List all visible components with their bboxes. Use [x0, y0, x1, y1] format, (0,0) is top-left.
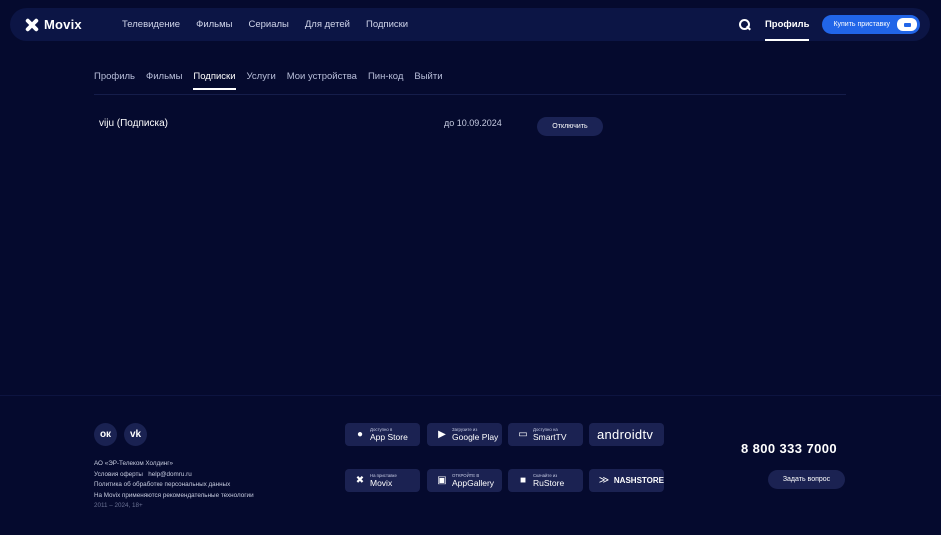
rustore-icon: ■ [519, 475, 527, 486]
nav-item-films[interactable]: Фильмы [196, 19, 232, 30]
tab-pin-code[interactable]: Пин-код [368, 71, 403, 90]
nav-item-subscriptions[interactable]: Подписки [366, 19, 408, 30]
tab-logout[interactable]: Выйти [414, 71, 442, 90]
smarttv-badge[interactable]: ▭ Доступно на SmartTV [508, 423, 583, 446]
disable-subscription-button[interactable]: Отключить [537, 117, 603, 136]
copyright: 2011 – 2024, 18+ [94, 502, 143, 509]
support-phone[interactable]: 8 800 333 7000 [741, 441, 837, 456]
subscription-name: viju (Подписка) [99, 118, 168, 129]
movix-logo-icon [25, 18, 39, 32]
movix-icon: ✖ [355, 475, 365, 486]
google-play-badge[interactable]: ▶ Загрузите из Google Play [427, 423, 502, 446]
tab-profile[interactable]: Профиль [94, 71, 135, 90]
odnoklassniki-icon[interactable]: ок [94, 423, 117, 446]
rustore-badge[interactable]: ■ Скачайте из RuStore [508, 469, 583, 492]
nashstore-badge[interactable]: ≫ NASHSTORE [589, 469, 664, 492]
tab-my-devices[interactable]: Мои устройства [287, 71, 357, 90]
support-email-link[interactable]: help@domru.ru [148, 471, 192, 478]
recommendation-notice: На Movix применяются рекомендательные те… [94, 491, 254, 499]
buy-button-label: Купить приставку [833, 21, 890, 28]
appgallery-badge[interactable]: ▣ ОТКРОЙТЕ В AppGallery [427, 469, 502, 492]
subscription-expiry: до 10.09.2024 [444, 118, 502, 128]
top-navigation-bar: Movix Телевидение Фильмы Сериалы Для дет… [10, 8, 930, 41]
subscription-row: viju (Подписка) до 10.09.2024 Отключить [99, 117, 609, 137]
android-tv-badge[interactable]: androidtv [589, 423, 664, 446]
set-top-box-icon [897, 18, 917, 31]
vk-icon[interactable]: vk [124, 423, 147, 446]
app-store-badge[interactable]: ● Доступно в App Store [345, 423, 420, 446]
privacy-policy-link[interactable]: Политика об обработке персональных данны… [94, 480, 254, 491]
nav-item-kids[interactable]: Для детей [305, 19, 350, 30]
tab-subscriptions[interactable]: Подписки [193, 71, 236, 90]
logo-text: Movix [44, 17, 82, 32]
profile-tabs: Профиль Фильмы Подписки Услуги Мои устро… [94, 71, 443, 90]
movix-box-badge[interactable]: ✖ На приставке Movix [345, 469, 420, 492]
nav-item-tv[interactable]: Телевидение [122, 19, 180, 30]
nav-item-series[interactable]: Сериалы [248, 19, 288, 30]
nashstore-icon: ≫ [598, 475, 610, 486]
footer-divider [0, 395, 941, 396]
profile-link[interactable]: Профиль [764, 8, 810, 41]
main-nav: Телевидение Фильмы Сериалы Для детей Под… [122, 19, 408, 30]
legal-info: АО «ЭР-Телеком Холдинг» Условия оферты h… [94, 459, 254, 512]
android-tv-icon: androidtv [597, 427, 654, 442]
google-play-icon: ▶ [438, 429, 446, 440]
buy-set-top-box-button[interactable]: Купить приставку [822, 15, 920, 34]
appgallery-icon: ▣ [437, 475, 447, 486]
tab-services[interactable]: Услуги [247, 71, 276, 90]
tab-films[interactable]: Фильмы [146, 71, 182, 90]
ask-question-button[interactable]: Задать вопрос [768, 470, 845, 489]
smarttv-icon: ▭ [518, 429, 528, 440]
social-links: ок vk [94, 423, 147, 446]
search-icon[interactable] [738, 18, 752, 32]
header-actions: Профиль Купить приставку [738, 8, 930, 41]
apple-icon: ● [356, 429, 364, 440]
company-name: АО «ЭР-Телеком Холдинг» [94, 460, 174, 467]
offer-terms-link[interactable]: Условия оферты [94, 471, 143, 478]
tabs-divider [94, 94, 846, 95]
movix-logo[interactable]: Movix [25, 17, 107, 32]
